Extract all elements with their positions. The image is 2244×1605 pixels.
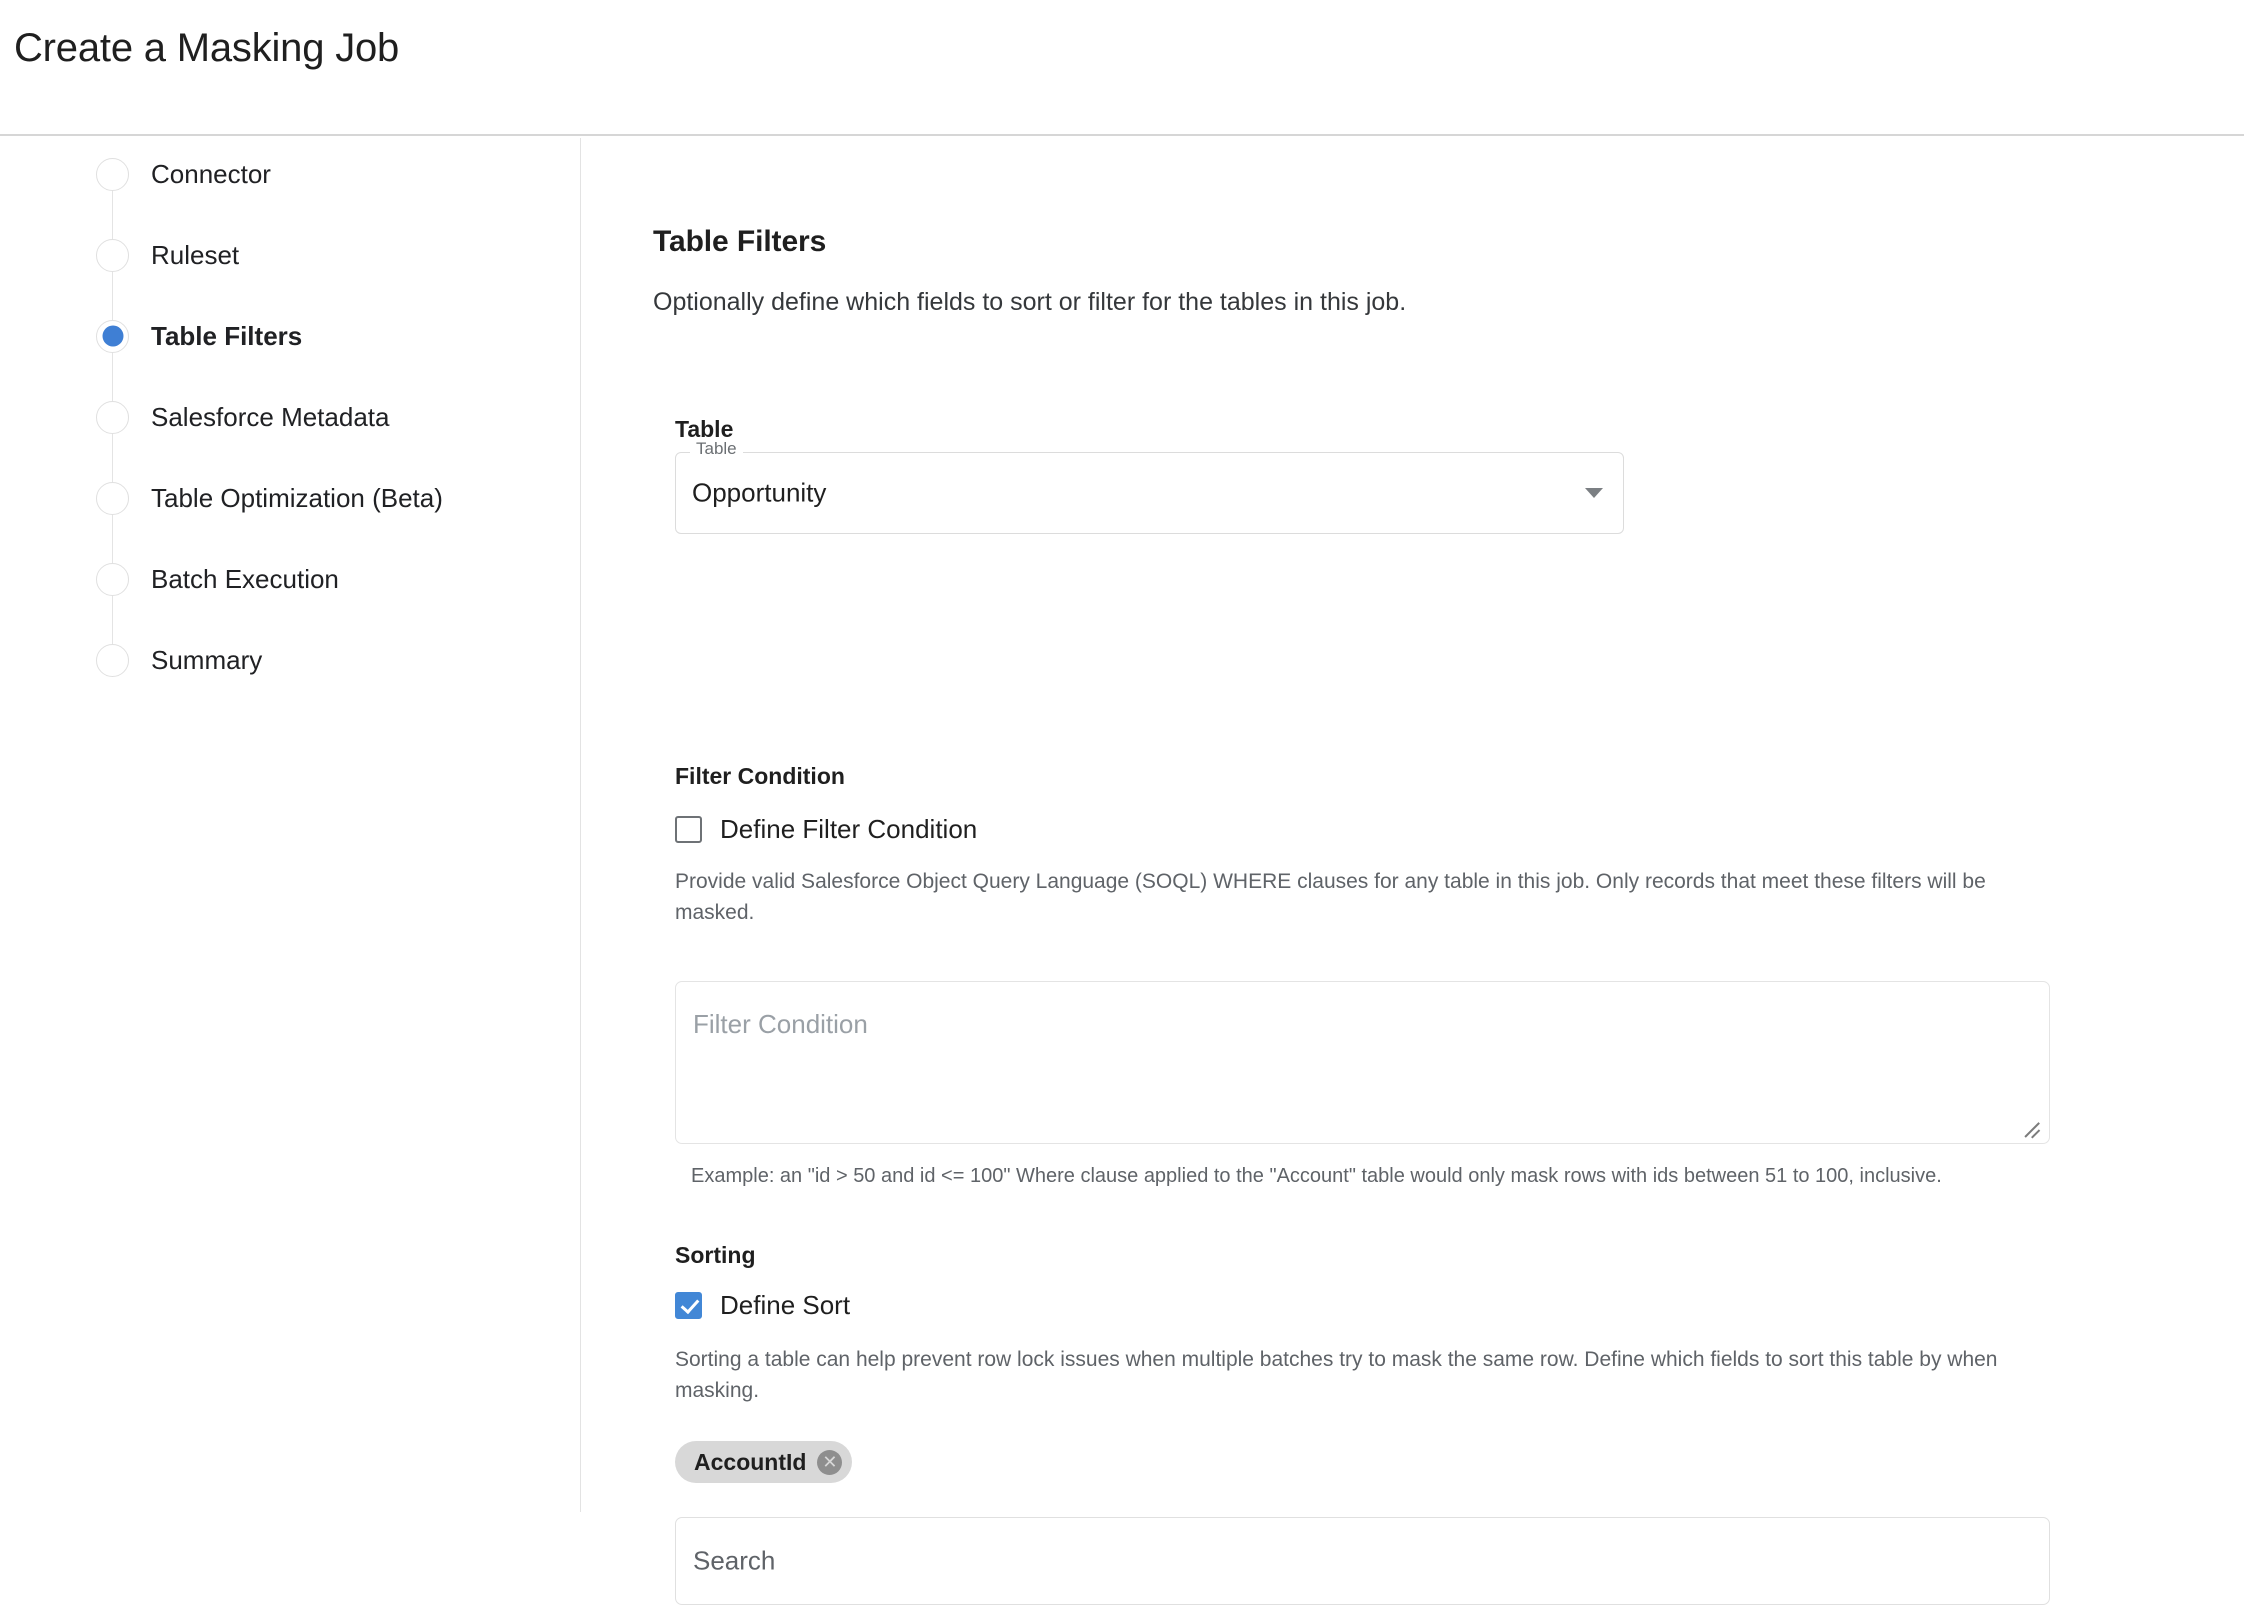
sidebar-item-label: Summary: [151, 645, 262, 676]
filter-condition-example-note: Example: an "id > 50 and id <= 100" Wher…: [691, 1163, 1981, 1191]
table-select-legend: Table: [690, 440, 743, 457]
step-indicator-icon: [96, 563, 129, 596]
sidebar-item-label: Batch Execution: [151, 564, 339, 595]
step-indicator-icon: [96, 644, 129, 677]
filter-condition-textarea[interactable]: Filter Condition: [675, 981, 2050, 1144]
sorting-help-text: Sorting a table can help prevent row loc…: [675, 1345, 2015, 1406]
step-indicator-icon: [96, 158, 129, 191]
filter-condition-placeholder: Filter Condition: [693, 1009, 868, 1040]
define-sort-checkbox[interactable]: [675, 1292, 702, 1319]
sidebar-item-summary[interactable]: Summary: [96, 642, 262, 678]
sidebar-item-salesforce-metadata[interactable]: Salesforce Metadata: [96, 399, 389, 435]
step-indicator-icon: [96, 239, 129, 272]
sidebar-item-table-filters[interactable]: Table Filters: [96, 318, 302, 354]
sort-field-chip-label: AccountId: [694, 1449, 806, 1476]
section-title: Table Filters: [653, 225, 826, 259]
step-indicator-icon: [96, 482, 129, 515]
table-select[interactable]: Table Opportunity: [675, 452, 1624, 534]
define-filter-condition-checkbox[interactable]: [675, 816, 702, 843]
sidebar-item-label: Salesforce Metadata: [151, 402, 389, 433]
app-header: Create a Masking Job: [0, 0, 2244, 136]
table-select-value: Opportunity: [692, 478, 826, 509]
main-content: Table Filters Optionally define which fi…: [581, 138, 2244, 1512]
page-title: Create a Masking Job: [14, 26, 399, 71]
sort-field-search-input[interactable]: Search: [675, 1517, 2050, 1605]
define-filter-condition-label: Define Filter Condition: [720, 814, 977, 845]
sort-field-search-placeholder: Search: [693, 1546, 775, 1577]
wizard-stepper: Connector Ruleset Table Filters Salesfor…: [0, 138, 580, 1512]
sidebar-item-batch-execution[interactable]: Batch Execution: [96, 561, 339, 597]
section-subtitle: Optionally define which fields to sort o…: [653, 288, 1406, 317]
chevron-down-icon[interactable]: [1585, 488, 1603, 498]
sorting-heading: Sorting: [675, 1242, 756, 1269]
sidebar-item-ruleset[interactable]: Ruleset: [96, 237, 239, 273]
sidebar-item-label: Table Optimization (Beta): [151, 483, 443, 514]
sort-field-chip[interactable]: AccountId ✕: [675, 1441, 852, 1483]
step-indicator-icon: [96, 401, 129, 434]
define-sort-label: Define Sort: [720, 1290, 850, 1321]
define-sort-checkbox-row[interactable]: Define Sort: [675, 1290, 850, 1321]
resize-handle[interactable]: [2021, 1115, 2043, 1137]
sidebar-item-label: Table Filters: [151, 321, 302, 352]
filter-condition-help-text: Provide valid Salesforce Object Query La…: [675, 867, 2020, 928]
close-circle-icon[interactable]: ✕: [817, 1450, 842, 1475]
sidebar-item-table-optimization[interactable]: Table Optimization (Beta): [96, 480, 443, 516]
step-indicator-active-icon: [96, 320, 129, 353]
page-body: Connector Ruleset Table Filters Salesfor…: [0, 138, 2244, 1512]
define-filter-condition-checkbox-row[interactable]: Define Filter Condition: [675, 814, 977, 845]
filter-condition-heading: Filter Condition: [675, 763, 845, 790]
sidebar-item-label: Ruleset: [151, 240, 239, 271]
sidebar-item-label: Connector: [151, 159, 271, 190]
sidebar-item-connector[interactable]: Connector: [96, 156, 271, 192]
